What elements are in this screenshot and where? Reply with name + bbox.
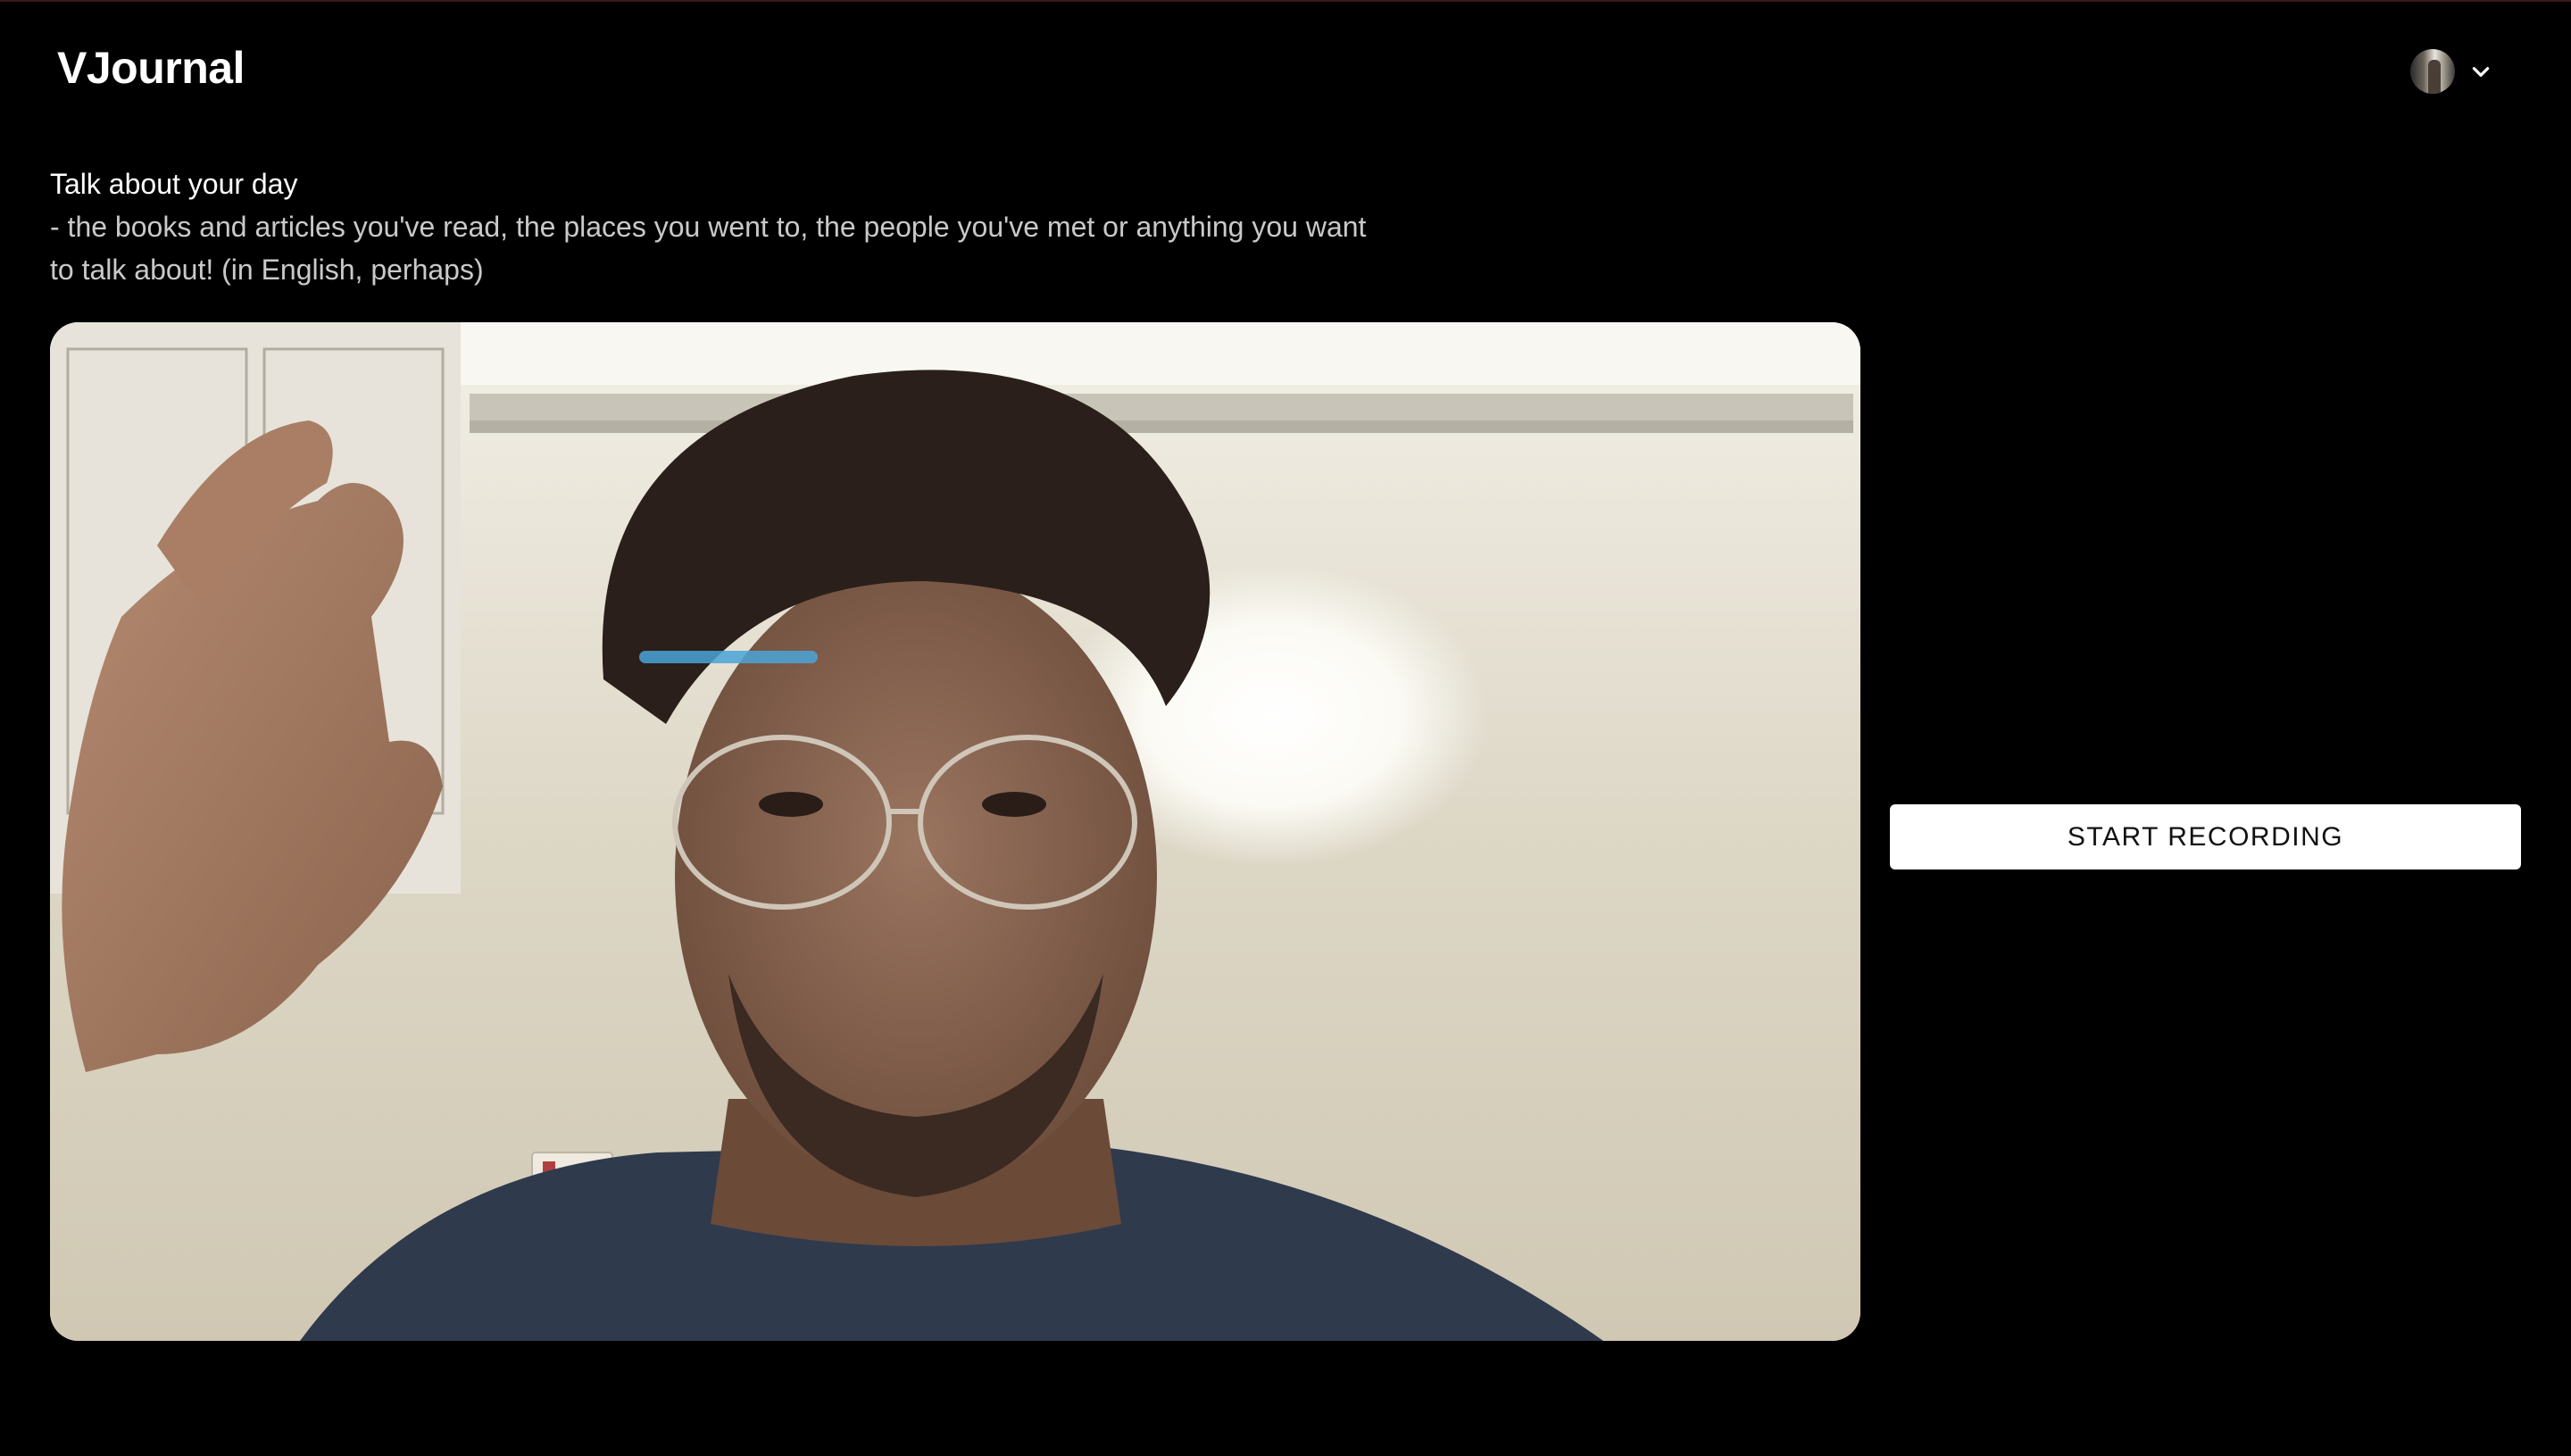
user-menu[interactable] — [2410, 46, 2492, 96]
camera-preview — [50, 322, 1860, 1341]
avatar[interactable] — [2410, 49, 2455, 94]
prompt-title: Talk about your day — [50, 168, 298, 200]
app-title[interactable]: VJournal — [57, 39, 245, 96]
camera-feed-image — [50, 322, 1860, 1341]
prompt-body: - the books and articles you've read, th… — [50, 211, 1367, 286]
start-recording-button[interactable]: START RECORDING — [1890, 804, 2521, 869]
journal-prompt: Talk about your day - the books and arti… — [50, 162, 1371, 291]
avatar-figure — [2428, 60, 2441, 94]
chevron-down-icon[interactable] — [2469, 60, 2492, 83]
top-accent-bar — [0, 0, 2571, 2]
